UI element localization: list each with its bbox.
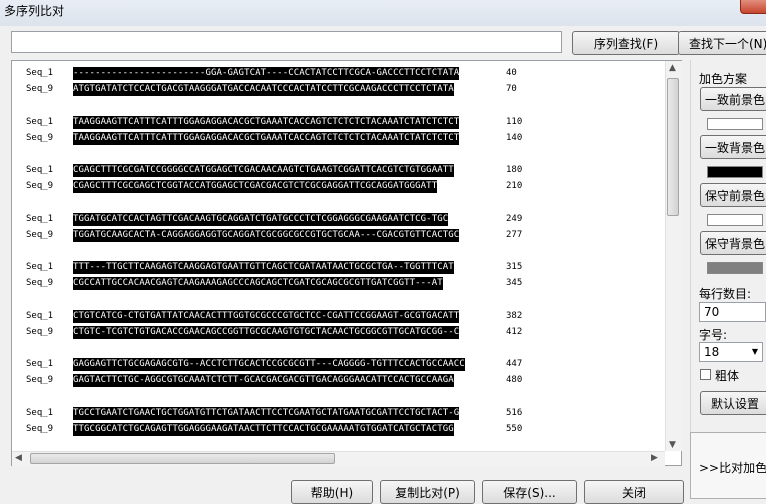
- sequence-position: 180: [506, 165, 523, 175]
- sequence-position: 140: [506, 132, 523, 143]
- sequence-find-button[interactable]: 序列查找(F): [572, 31, 680, 55]
- sequence-position: 277: [506, 229, 523, 240]
- sequence-residues: CTGTCATCG-CTGTGATTATCAACACTTTGGTGCGCCCGT…: [73, 309, 460, 323]
- font-size-label: 字号:: [699, 328, 728, 342]
- title-bar: [0, 0, 766, 26]
- sequence-name: Seq_9: [26, 375, 54, 385]
- conserved-foreground-swatch: [707, 214, 763, 226]
- sequence-position: 315: [506, 262, 523, 272]
- bold-label: 粗体: [715, 369, 740, 383]
- sequence-position: 516: [506, 407, 523, 418]
- search-input[interactable]: [11, 31, 562, 53]
- sequence-name: Seq_1: [26, 310, 54, 321]
- sequence-position: 412: [506, 326, 523, 337]
- scroll-left-icon[interactable]: ◀: [15, 453, 22, 463]
- conserved-background-swatch: [707, 262, 763, 274]
- sequence-position: 480: [506, 375, 523, 385]
- consistent-foreground-button[interactable]: 一致前景色: [700, 87, 766, 111]
- sequence-residues: ------------------------GGA-GAGTCAT----C…: [73, 67, 460, 80]
- sequence-residues: TAAGGAAGTTCATTTCATTTGGAGAGGACACGCTGAAATC…: [73, 115, 460, 129]
- sequence-name: Seq_1: [26, 262, 54, 272]
- font-size-value: 18: [704, 345, 720, 359]
- chevron-down-icon: ▼: [751, 347, 758, 356]
- sequence-position: 345: [506, 278, 523, 288]
- sequence-position: 110: [506, 116, 523, 127]
- sequence-residues: TGGATGCAAGCACTA-CAGGAGGAGGTGCAGGATCGCGGC…: [73, 228, 460, 242]
- sequence-residues: TAAGGAAGTTCATTTCATTTGGAGAGGACACGCTGAAATC…: [73, 131, 460, 145]
- scroll-up-icon[interactable]: ▲: [669, 63, 676, 73]
- horizontal-scroll-thumb[interactable]: [30, 453, 335, 464]
- consistent-background-button[interactable]: 一致背景色: [700, 135, 766, 159]
- font-size-select[interactable]: 18 ▼: [699, 342, 763, 362]
- copy-alignment-button[interactable]: 复制比对(P): [380, 480, 475, 504]
- sequence-position: 382: [506, 310, 523, 321]
- sequence-name: Seq_1: [26, 165, 54, 175]
- sequence-residues: GAGGAGTTCTGCGAGAGCGTG--ACCTCTTGCACTCCGCG…: [73, 358, 465, 371]
- color-scheme-title: 加色方案: [699, 72, 748, 86]
- sequence-name: Seq_9: [26, 229, 54, 240]
- sequence-position: 447: [506, 359, 523, 369]
- sequence-residues: GAGTACTTCTGC-AGGCGTGCAAATCTCTT-GCACGACGA…: [73, 374, 454, 387]
- conserved-foreground-button[interactable]: 保守前景色: [700, 183, 766, 207]
- sequence-position: 40: [506, 68, 517, 78]
- scroll-down-icon[interactable]: ▼: [669, 440, 676, 450]
- sequence-name: Seq_1: [26, 213, 54, 224]
- sequence-position: 550: [506, 423, 523, 434]
- sequence-name: Seq_9: [26, 181, 54, 191]
- sequence-name: Seq_9: [26, 423, 54, 434]
- sequence-name: Seq_9: [26, 84, 54, 94]
- conserved-background-button[interactable]: 保守背景色: [700, 231, 766, 255]
- sequence-position: 210: [506, 181, 523, 191]
- save-button[interactable]: 保存(S)...: [482, 480, 577, 504]
- vertical-scroll-thumb[interactable]: [667, 78, 679, 216]
- color-alignment-expand-label: >>比对加色: [699, 461, 766, 475]
- sequence-residues: TTT---TTGCTTCAAGAGTCAAGGAGTGAATTGTTCAGCT…: [73, 261, 454, 274]
- sequence-position: 249: [506, 213, 523, 224]
- consistent-background-swatch: [707, 166, 763, 178]
- sequence-residues: CGAGCTTTCGCGAGCTCGGTACCATGGAGCTCGACGACGT…: [73, 180, 438, 193]
- close-window-button[interactable]: [740, 0, 766, 14]
- rows-per-line-label: 每行数目:: [699, 287, 752, 301]
- bold-checkbox[interactable]: [700, 369, 711, 380]
- sequence-residues: TGGATGCATCCACTAGTTCGACAAGTGCAGGATCTGATGC…: [73, 212, 449, 226]
- sequence-residues: TGCCTGAATCTGAACTGCTGGATGTTCTGATAACTTCCTC…: [73, 406, 460, 420]
- default-settings-button[interactable]: 默认设置: [700, 391, 766, 415]
- alignment-panel[interactable]: Seq_1 ------------------------GGA-GAGTCAT…: [11, 60, 682, 466]
- color-alignment-expand-panel[interactable]: >>比对加色: [690, 432, 766, 499]
- find-next-button[interactable]: 查找下一个(N): [678, 31, 766, 55]
- sequence-name: Seq_1: [26, 359, 54, 369]
- consistent-foreground-swatch: [707, 118, 763, 130]
- sequence-name: Seq_9: [26, 326, 54, 337]
- sequence-name: Seq_1: [26, 116, 54, 127]
- help-button[interactable]: 帮助(H): [291, 480, 373, 504]
- sequence-name: Seq_1: [26, 68, 54, 78]
- rows-per-line-input[interactable]: 70: [699, 302, 766, 322]
- sequence-residues: ATGTGATATCTCCACTGACGTAAGGGATGACCACAATCCC…: [73, 83, 454, 96]
- scroll-right-icon[interactable]: ▶: [651, 453, 658, 463]
- sequence-residues: CGAGCTTTCGCGATCCGGGGCCATGGAGCTCGACAACAAG…: [73, 164, 454, 177]
- window-title: 多序列比对: [4, 4, 65, 18]
- sequence-residues: CTGTC-TCGTCTGTGACACCGAACAGCCGGTTGCGCAAGT…: [73, 325, 460, 339]
- sequence-name: Seq_1: [26, 407, 54, 418]
- sequence-name: Seq_9: [26, 278, 54, 288]
- sequence-name: Seq_9: [26, 132, 54, 143]
- sequence-position: 70: [506, 84, 517, 94]
- sequence-residues: TTGCGGCATCTGCAGAGTTGGAGGGAAGATAACTTCTTCC…: [73, 422, 454, 436]
- sequence-residues: CGCCATTGCCACAACGAGTCAAGAAAGAGCCCAGCAGCTC…: [73, 277, 443, 290]
- close-button[interactable]: 关闭: [584, 480, 684, 504]
